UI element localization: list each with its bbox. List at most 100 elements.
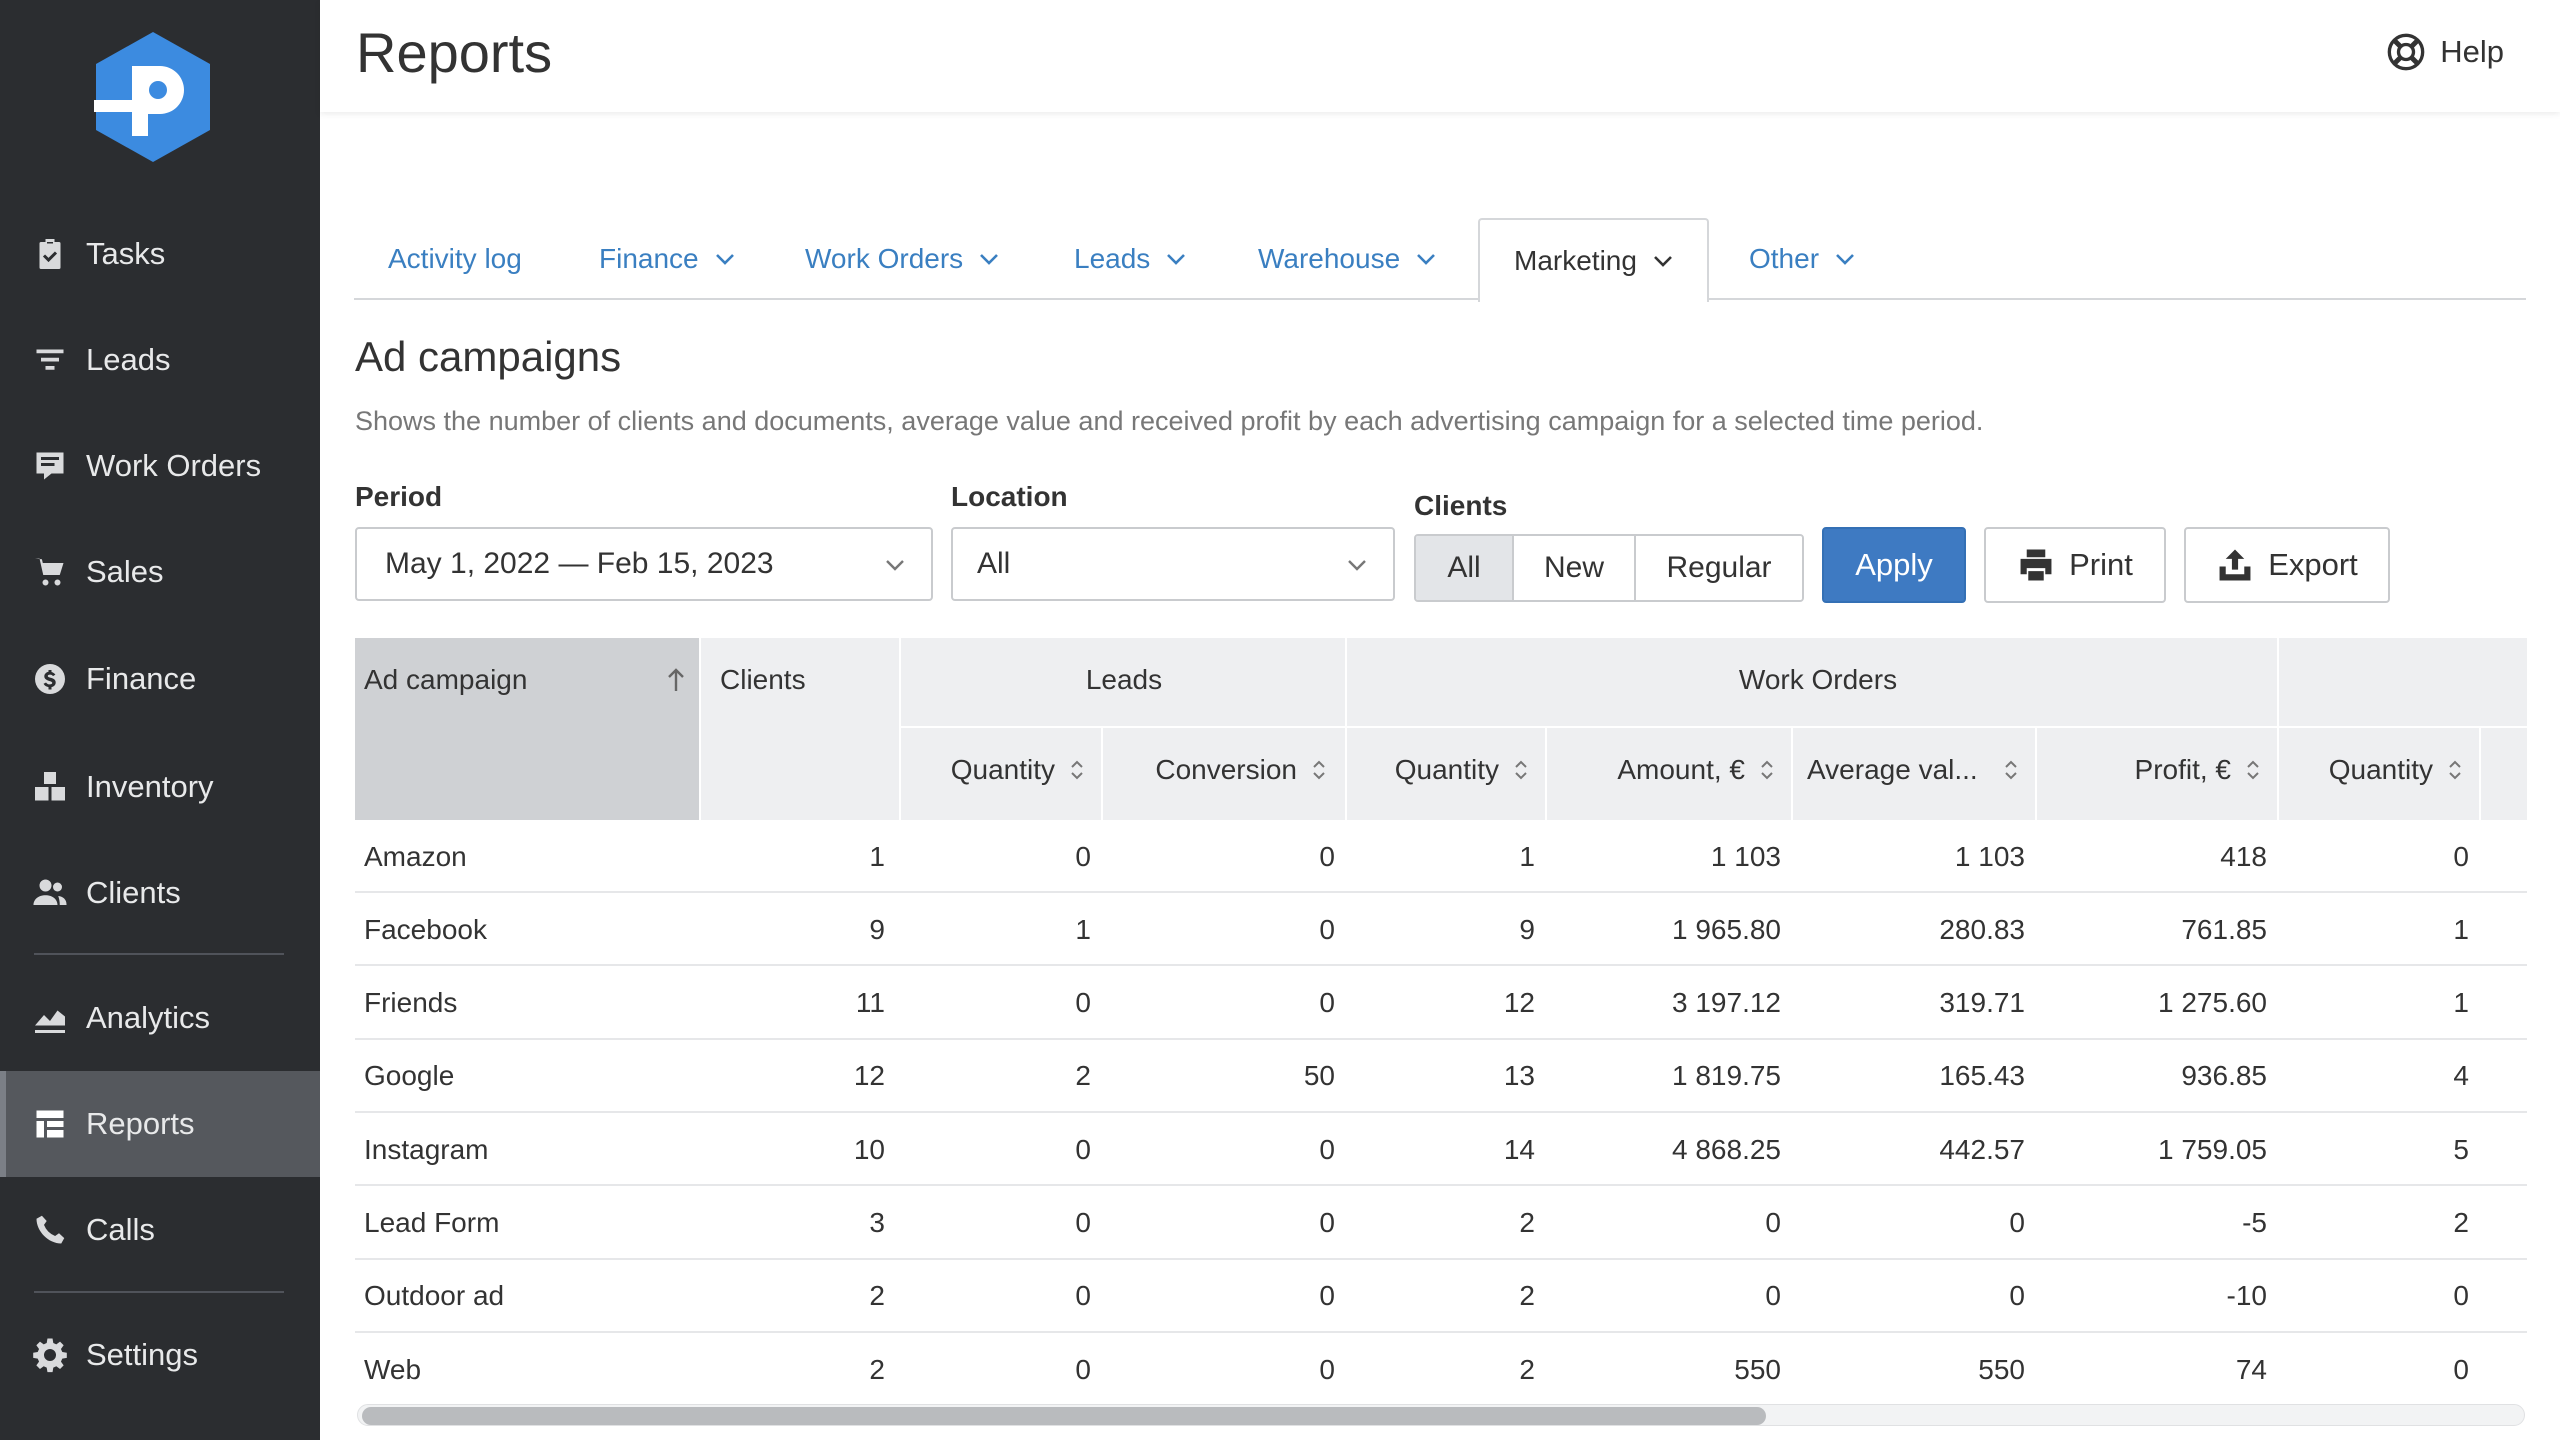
- cell-conversion: 0: [1319, 1207, 1335, 1238]
- table-row[interactable]: Outdoor ad 2 0 0 2 0 0 -10 0: [355, 1260, 2527, 1333]
- table-row[interactable]: Web 2 0 0 2 550 550 74 0: [355, 1333, 2527, 1400]
- table-header: Ad campaign Clients Leads Work Orders Qu…: [355, 638, 2527, 820]
- dollar-icon: [32, 661, 68, 697]
- cell-average-value: 442.57: [1939, 1133, 2025, 1165]
- cell-ad-campaign: Friends: [364, 987, 458, 1019]
- sidebar-item-work-orders[interactable]: Work Orders: [0, 413, 320, 519]
- tab-marketing[interactable]: Marketing: [1478, 218, 1709, 302]
- cell-wo-quantity: 12: [1503, 987, 1535, 1019]
- column-header-label: Ad campaign: [364, 664, 528, 695]
- cell-profit: 74: [2235, 1353, 2267, 1385]
- cell-leads-quantity: 0: [1075, 840, 1091, 872]
- cell-conversion: 0: [1319, 1133, 1335, 1165]
- sidebar-item-leads[interactable]: Leads: [0, 307, 320, 413]
- sort-icon: [1761, 760, 1773, 780]
- sidebar-item-settings[interactable]: Settings: [0, 1302, 320, 1408]
- sidebar-item-inventory[interactable]: Inventory: [0, 734, 320, 840]
- column-header-extra-quantity[interactable]: Quantity: [2279, 746, 2479, 794]
- column-header-conversion[interactable]: Conversion: [1103, 746, 1345, 794]
- print-label: Print: [2069, 547, 2133, 582]
- table-row[interactable]: Amazon 1 0 0 1 1 103 1 103 418 0: [355, 820, 2527, 893]
- clients-option-all[interactable]: All: [1416, 536, 1514, 600]
- tab-finance[interactable]: Finance: [565, 218, 769, 300]
- column-header-label: Profit, €: [2134, 754, 2231, 785]
- cell-average-value: 0: [2009, 1280, 2025, 1312]
- cell-ad-campaign: Web: [364, 1353, 422, 1385]
- tab-other[interactable]: Other: [1715, 218, 1889, 300]
- cell-leads-quantity: 0: [1075, 1280, 1091, 1312]
- period-select[interactable]: May 1, 2022 — Feb 15, 2023: [355, 527, 933, 601]
- sort-ascending-icon: [668, 668, 684, 691]
- column-header-profit[interactable]: Profit, €: [2037, 746, 2277, 794]
- clients-option-regular[interactable]: Regular: [1636, 536, 1802, 600]
- tab-label: Other: [1749, 243, 1820, 274]
- sidebar-item-label: Clients: [86, 875, 181, 910]
- cell-extra-quantity: 1: [2453, 987, 2469, 1019]
- sidebar-item-sales[interactable]: Sales: [0, 519, 320, 625]
- people-icon: [32, 875, 68, 911]
- cell-conversion: 0: [1319, 987, 1335, 1019]
- tab-work-orders[interactable]: Work Orders: [771, 218, 1033, 300]
- cell-clients: 3: [869, 1207, 885, 1238]
- chevron-down-icon: [1417, 254, 1436, 265]
- help-button[interactable]: Help: [2386, 32, 2504, 72]
- report-tabs: Activity log Finance Work Orders Leads W…: [354, 218, 2526, 302]
- clients-option-new[interactable]: New: [1514, 536, 1636, 600]
- scrollbar-thumb[interactable]: [362, 1407, 1766, 1425]
- column-header-leads-quantity[interactable]: Quantity: [901, 746, 1101, 794]
- location-select[interactable]: All: [951, 527, 1395, 601]
- print-button[interactable]: Print: [1984, 527, 2166, 603]
- cell-leads-quantity: 0: [1075, 1353, 1091, 1385]
- top-header: Reports Help: [320, 0, 2560, 112]
- table-row[interactable]: Friends 11 0 0 12 3 197.12 319.71 1 275.60 1: [355, 967, 2527, 1040]
- sidebar-divider: [34, 1291, 284, 1293]
- tab-label: Warehouse: [1258, 243, 1401, 274]
- table-row[interactable]: Lead Form 3 0 0 2 0 0 -5 2: [355, 1187, 2527, 1260]
- cell-average-value: 550: [1978, 1353, 2025, 1385]
- column-header-average-value[interactable]: Average val...: [1807, 746, 2035, 794]
- cell-ad-campaign: Instagram: [364, 1133, 489, 1165]
- column-header-ad-campaign[interactable]: Ad campaign: [364, 656, 686, 704]
- sidebar-item-analytics[interactable]: Analytics: [0, 965, 320, 1071]
- report-title: Ad campaigns: [355, 333, 622, 380]
- sidebar-item-tasks[interactable]: Tasks: [0, 201, 320, 307]
- cell-leads-quantity: 1: [1075, 913, 1091, 945]
- sidebar: Tasks Leads Work Orders Sales Finance In…: [0, 0, 320, 1440]
- column-header-clients[interactable]: Clients: [720, 656, 806, 704]
- chevron-down-icon: [886, 560, 904, 571]
- sidebar-item-reports[interactable]: Reports: [0, 1071, 320, 1177]
- table-row[interactable]: Instagram 10 0 0 14 4 868.25 442.57 1 759.05 5: [355, 1113, 2527, 1187]
- cell-conversion: 0: [1319, 1280, 1335, 1312]
- sidebar-item-label: Settings: [86, 1337, 199, 1372]
- table-row[interactable]: Google 12 2 50 13 1 819.75 165.43 936.85 4: [355, 1040, 2527, 1113]
- reports-icon: [32, 1106, 68, 1142]
- cell-extra-quantity: 0: [2453, 840, 2469, 872]
- cell-wo-quantity: 9: [1519, 913, 1535, 945]
- cell-clients: 10: [853, 1133, 885, 1165]
- cell-wo-quantity: 1: [1519, 840, 1535, 872]
- ad-campaigns-table: Ad campaign Clients Leads Work Orders Qu…: [355, 638, 2527, 1400]
- horizontal-scrollbar[interactable]: [357, 1404, 2525, 1426]
- help-label: Help: [2440, 34, 2504, 69]
- sidebar-item-calls[interactable]: Calls: [0, 1177, 320, 1283]
- sidebar-item-clients[interactable]: Clients: [0, 840, 320, 946]
- tab-activity-log[interactable]: Activity log: [354, 218, 556, 300]
- export-button[interactable]: Export: [2184, 527, 2390, 603]
- cell-wo-quantity: 2: [1519, 1207, 1535, 1238]
- apply-button[interactable]: Apply: [1822, 527, 1966, 603]
- table-row[interactable]: Facebook 9 1 0 9 1 965.80 280.83 761.85 1: [355, 893, 2527, 967]
- column-header-amount[interactable]: Amount, €: [1547, 746, 1791, 794]
- cell-amount: 550: [1734, 1353, 1781, 1385]
- period-value: May 1, 2022 — Feb 15, 2023: [385, 547, 774, 580]
- sort-icon: [2247, 760, 2259, 780]
- tab-warehouse[interactable]: Warehouse: [1224, 218, 1470, 300]
- cell-leads-quantity: 2: [1075, 1060, 1091, 1092]
- column-header-wo-quantity[interactable]: Quantity: [1347, 746, 1545, 794]
- cell-wo-quantity: 14: [1503, 1133, 1535, 1165]
- funnel-icon: [32, 342, 68, 378]
- sidebar-item-label: Sales: [86, 554, 164, 589]
- tab-leads[interactable]: Leads: [1040, 218, 1220, 300]
- sidebar-item-finance[interactable]: Finance: [0, 626, 320, 732]
- cell-ad-campaign: Google: [364, 1060, 455, 1092]
- app-logo[interactable]: [92, 30, 214, 164]
